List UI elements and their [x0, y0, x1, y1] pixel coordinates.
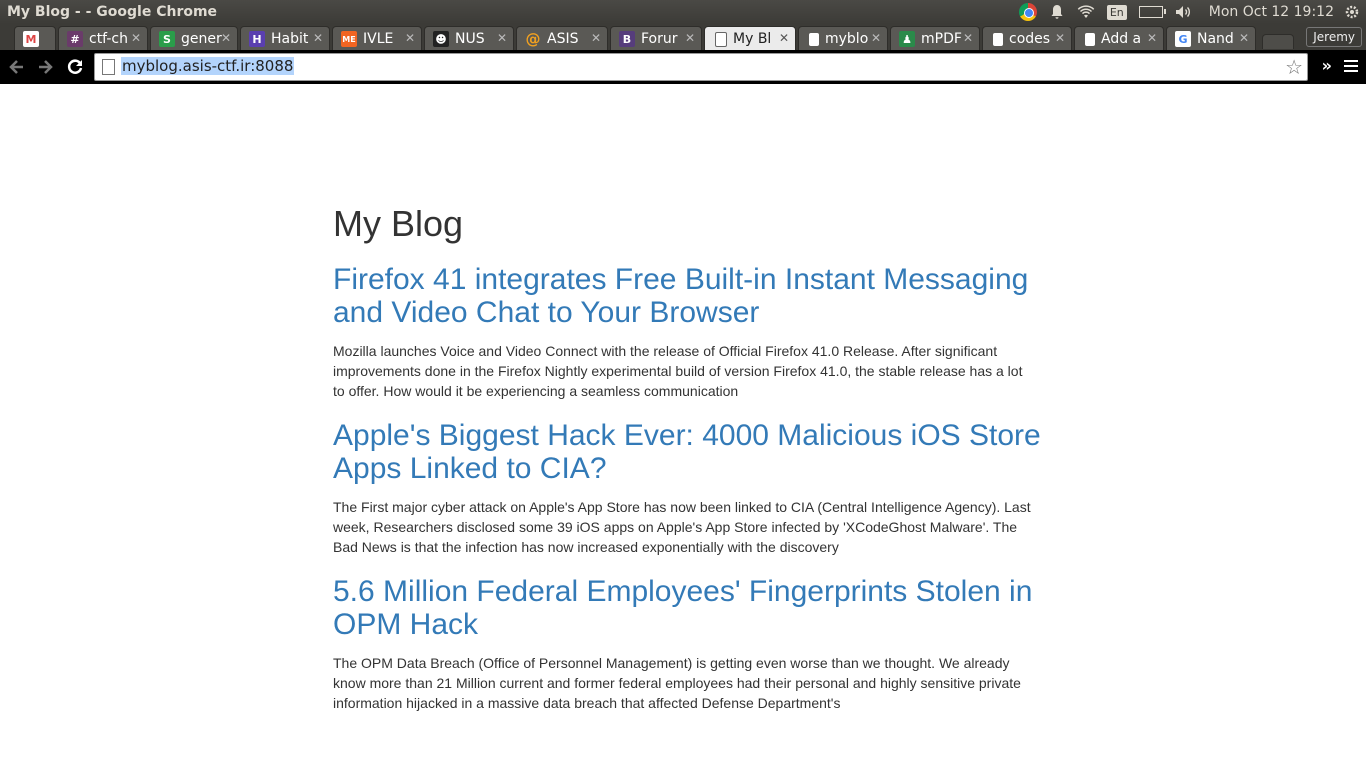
blog-title: My Blog [333, 203, 464, 244]
post-excerpt: The First major cyber attack on Apple's … [333, 499, 1031, 555]
arrow-left-icon[interactable] [6, 57, 28, 77]
tab-my-blog[interactable]: My Bl ✕ [704, 26, 796, 51]
b-icon: B [619, 31, 635, 47]
browser-toolbar: myblog.asis-ctf.ir:8088 ☆ » [0, 50, 1366, 84]
at-icon: @ [525, 30, 541, 48]
tab-nus[interactable]: ☻ NUS ✕ [424, 26, 514, 51]
blog-post: 5.6 Million Federal Employees' Fingerpri… [333, 575, 1043, 713]
wifi-icon[interactable] [1077, 5, 1095, 19]
new-tab-button[interactable] [1262, 34, 1294, 49]
post-title-link[interactable]: Apple's Biggest Hack Ever: 4000 Maliciou… [333, 419, 1043, 485]
close-icon[interactable]: ✕ [779, 31, 789, 45]
tab-add[interactable]: Add a ✕ [1074, 26, 1164, 51]
blog-post: Apple's Biggest Hack Ever: 4000 Maliciou… [333, 419, 1043, 557]
s-icon: S [159, 31, 175, 47]
arrow-right-icon[interactable] [34, 57, 56, 77]
close-icon[interactable]: ✕ [963, 31, 973, 45]
gear-icon[interactable] [1344, 4, 1360, 20]
google-icon: G [1175, 31, 1191, 47]
tab-ivle[interactable]: ME IVLE ✕ [332, 26, 422, 51]
tab-label: NUS [455, 31, 485, 47]
tab-label: ctf-ch [89, 31, 128, 47]
close-icon[interactable]: ✕ [221, 31, 231, 45]
blog-post: Firefox 41 integrates Free Built-in Inst… [333, 263, 1043, 401]
keyboard-language-indicator[interactable]: En [1106, 4, 1127, 20]
tab-myblog[interactable]: myblo ✕ [798, 26, 888, 51]
page-icon [809, 32, 819, 46]
post-title-link[interactable]: Firefox 41 integrates Free Built-in Inst… [333, 263, 1043, 329]
tab-strip: M # ctf-ch ✕ S gener ✕ H Habit ✕ ME IVLE… [0, 24, 1366, 51]
mpdf-icon: ♟ [899, 31, 915, 47]
system-indicators: En Mon Oct 12 19:12 [1013, 0, 1366, 24]
tab-label: IVLE [363, 31, 394, 47]
bookmark-star-icon[interactable]: ☆ [1285, 55, 1303, 79]
tab-nand[interactable]: G Nand ✕ [1166, 26, 1256, 51]
close-icon[interactable]: ✕ [131, 31, 141, 45]
page-icon [102, 59, 115, 75]
menu-icon[interactable] [1344, 60, 1358, 73]
bell-icon[interactable] [1049, 4, 1065, 20]
tab-label: My Bl [733, 31, 772, 47]
clock[interactable]: Mon Oct 12 19:12 [1209, 4, 1334, 20]
close-icon[interactable]: ✕ [871, 31, 881, 45]
close-icon[interactable]: ✕ [685, 31, 695, 45]
tab-label: Add a [1101, 31, 1142, 47]
window-title: My Blog - - Google Chrome [7, 4, 218, 20]
close-icon[interactable]: ✕ [313, 31, 323, 45]
tab-label: Habit [271, 31, 309, 47]
close-icon[interactable]: ✕ [1239, 31, 1249, 45]
battery-icon[interactable] [1138, 6, 1166, 18]
post-excerpt: Mozilla launches Voice and Video Connect… [333, 343, 1023, 399]
habit-icon: H [249, 31, 265, 47]
tab-label: gener [181, 31, 222, 47]
tab-mpdf[interactable]: ♟ mPDF ✕ [890, 26, 980, 51]
tab-label: codes [1009, 31, 1051, 47]
extensions-overflow-button[interactable]: » [1322, 56, 1332, 75]
tab-codes[interactable]: codes ✕ [982, 26, 1072, 51]
close-icon[interactable]: ✕ [1055, 31, 1065, 45]
slack-icon: # [67, 31, 83, 47]
tab-gmail[interactable]: M [14, 26, 56, 51]
tab-gener[interactable]: S gener ✕ [150, 26, 238, 51]
me-icon: ME [341, 31, 357, 47]
page-icon [1085, 32, 1095, 46]
volume-icon[interactable] [1175, 5, 1193, 19]
post-title-link[interactable]: 5.6 Million Federal Employees' Fingerpri… [333, 575, 1043, 641]
tab-label: myblo [825, 31, 869, 47]
tab-label: ASIS [547, 31, 579, 47]
tab-habit[interactable]: H Habit ✕ [240, 26, 330, 51]
tab-label: mPDF [921, 31, 962, 47]
close-icon[interactable]: ✕ [591, 31, 601, 45]
address-bar[interactable]: myblog.asis-ctf.ir:8088 ☆ [94, 53, 1308, 81]
tab-ctf-ch[interactable]: # ctf-ch ✕ [58, 26, 148, 51]
page-icon [993, 32, 1003, 46]
system-panel: My Blog - - Google Chrome En Mon Oct 12 … [0, 0, 1366, 24]
tab-label: Nand [1197, 31, 1234, 47]
chrome-icon[interactable] [1018, 3, 1037, 21]
post-excerpt: The OPM Data Breach (Office of Personnel… [333, 655, 1021, 711]
close-icon[interactable]: ✕ [405, 31, 415, 45]
tab-forum[interactable]: B Forur ✕ [610, 26, 702, 51]
close-icon[interactable]: ✕ [497, 31, 507, 45]
reload-icon[interactable] [64, 57, 86, 77]
profile-button[interactable]: Jeremy [1306, 27, 1362, 47]
nus-icon: ☻ [433, 31, 449, 47]
tab-label: Forur [641, 31, 678, 47]
page-icon [715, 31, 727, 47]
url-text[interactable]: myblog.asis-ctf.ir:8088 [121, 57, 295, 75]
close-icon[interactable]: ✕ [1147, 31, 1157, 45]
tab-asis[interactable]: @ ASIS ✕ [516, 26, 608, 51]
gmail-icon: M [23, 31, 39, 47]
